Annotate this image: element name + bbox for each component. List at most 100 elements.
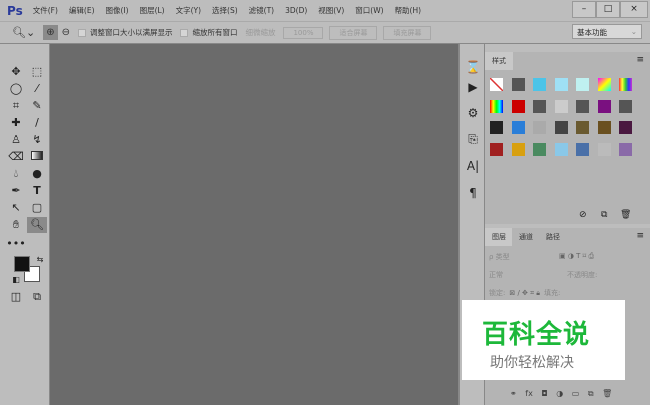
history-panel-icon[interactable]: ⌛ [463, 58, 483, 76]
zoom-in-icon[interactable]: ⊕ [43, 25, 58, 40]
default-colors-icon[interactable]: ◧ [6, 272, 26, 288]
maximize-button[interactable]: □ [596, 1, 620, 18]
style-swatch[interactable] [533, 121, 546, 134]
style-swatch[interactable] [511, 99, 525, 113]
menu-help[interactable]: 帮助(H) [395, 5, 422, 16]
style-swatch[interactable] [576, 142, 589, 156]
clear-style-icon[interactable]: ⊘ [579, 210, 587, 220]
eyedropper-icon[interactable]: ✎ [27, 98, 47, 114]
menu-3d[interactable]: 3D(D) [285, 6, 307, 15]
tab-styles[interactable]: 样式 [485, 52, 513, 70]
menu-image[interactable]: 图像(I) [106, 5, 129, 16]
style-swatch[interactable] [490, 99, 503, 113]
style-swatch[interactable] [576, 78, 589, 91]
zoom-all-checkbox[interactable]: 缩放所有窗口 [180, 27, 237, 38]
menu-window[interactable]: 窗口(W) [355, 5, 383, 16]
zoom-out-icon[interactable]: ⊖ [62, 27, 70, 38]
blur-tool-icon[interactable]: 💧︎ [6, 166, 26, 182]
style-swatch[interactable] [554, 121, 568, 134]
actions-panel-icon[interactable]: ▶ [463, 78, 483, 96]
style-swatch[interactable] [554, 142, 568, 156]
tab-paths[interactable]: 路径 [539, 228, 567, 246]
resize-windows-checkbox[interactable]: 调整窗口大小以满屏显示 [77, 27, 172, 38]
blend-mode-select[interactable]: 正常 不透明度: [489, 270, 644, 284]
crop-tool-icon[interactable]: ⌗ [6, 98, 26, 114]
style-swatch[interactable] [533, 142, 546, 156]
history-brush-icon[interactable]: ↯ [27, 132, 47, 148]
magic-wand-icon[interactable]: ⁄ [27, 81, 47, 97]
pen-tool-icon[interactable]: ✒ [6, 183, 26, 199]
healing-brush-icon[interactable]: ✚ [6, 115, 26, 131]
style-swatch[interactable] [619, 78, 632, 91]
foreground-color-swatch[interactable] [14, 256, 30, 272]
style-swatch[interactable] [490, 142, 503, 156]
style-swatch[interactable] [554, 99, 568, 113]
gradient-tool-icon[interactable] [27, 149, 47, 165]
lock-icons[interactable]: ⊠ / ✥ ⌗ 🔒︎ [509, 289, 540, 297]
menu-file[interactable]: 文件(F) [33, 5, 58, 16]
scrubby-zoom-checkbox[interactable]: 细微缩放 [245, 27, 275, 38]
close-button[interactable]: × [620, 1, 648, 18]
style-swatch[interactable] [554, 78, 568, 91]
style-swatch[interactable] [619, 142, 632, 156]
more-tools-icon[interactable]: ••• [6, 236, 26, 252]
paragraph-panel-icon[interactable]: ¶ [463, 184, 483, 202]
style-swatch[interactable] [597, 142, 611, 156]
style-swatch[interactable] [597, 78, 611, 91]
zoom-tool-icon[interactable]: 🔍︎⌄ [12, 26, 35, 39]
menu-layer[interactable]: 图层(L) [140, 5, 165, 16]
style-swatch[interactable] [490, 78, 503, 91]
layer-filter-select[interactable]: ρ 类型 ▣ ◑ T ⌑ ⎙ [489, 252, 644, 266]
quick-mask-icon[interactable]: ◫ [6, 289, 26, 305]
style-swatch[interactable] [619, 121, 632, 134]
stamp-tool-icon[interactable]: ♙ [6, 132, 26, 148]
style-swatch[interactable] [533, 99, 546, 113]
clone-source-icon[interactable]: ⎘ [463, 130, 483, 148]
menu-edit[interactable]: 编辑(E) [69, 5, 95, 16]
style-swatch[interactable] [576, 99, 589, 113]
layer-actions[interactable]: ⚭ fx ◘ ◑ ▭ ⧉ 🗑︎ [510, 389, 612, 399]
panel-menu-icon[interactable]: ≡ [636, 231, 644, 241]
style-swatch[interactable] [619, 99, 632, 113]
fill-screen-button[interactable]: 填充屏幕 [383, 25, 432, 40]
workspace-select[interactable]: 基本功能 ⌄ [572, 24, 642, 39]
shape-tool-icon[interactable]: ▢ [27, 200, 47, 216]
zoom-tool-icon[interactable]: 🔍︎ [27, 217, 47, 233]
minimize-button[interactable]: – [572, 1, 596, 18]
screen-mode-icon[interactable]: ⧉ [27, 289, 47, 305]
marquee-tool-icon[interactable]: ⬚ [27, 64, 47, 80]
brush-tool-icon[interactable]: / [27, 115, 47, 131]
tab-channels[interactable]: 通道 [512, 228, 540, 246]
canvas-area[interactable] [50, 44, 458, 405]
style-swatch[interactable] [511, 142, 525, 156]
style-swatch[interactable] [597, 121, 611, 134]
style-swatch[interactable] [533, 78, 546, 91]
menu-view[interactable]: 视图(V) [318, 5, 344, 16]
fit-screen-button[interactable]: 适合屏幕 [329, 25, 378, 40]
character-panel-icon[interactable]: A| [463, 157, 483, 175]
delete-style-icon[interactable]: 🗑︎ [620, 210, 631, 220]
style-swatch[interactable] [576, 121, 589, 134]
menu-filter[interactable]: 滤镜(T) [249, 5, 274, 16]
menu-select[interactable]: 选择(S) [212, 5, 238, 16]
style-swatch[interactable] [511, 78, 525, 91]
style-swatch[interactable] [511, 121, 525, 134]
eraser-tool-icon[interactable]: ⌫ [6, 149, 26, 165]
properties-panel-icon[interactable]: ⚙ [463, 104, 483, 122]
move-tool-icon[interactable]: ✥ [6, 64, 26, 80]
style-swatch[interactable] [597, 99, 611, 113]
path-select-icon[interactable]: ↖ [6, 200, 26, 216]
new-style-icon[interactable]: ⧉ [601, 210, 607, 220]
100-percent-button[interactable]: 100% [283, 26, 324, 39]
opacity-field[interactable]: 不透明度: [567, 270, 597, 280]
tab-layers[interactable]: 图层 [485, 228, 513, 246]
dodge-tool-icon[interactable]: ● [27, 166, 47, 182]
fill-field[interactable]: 填充: [544, 289, 560, 297]
style-swatch[interactable] [490, 121, 503, 134]
menu-type[interactable]: 文字(Y) [176, 5, 201, 16]
type-tool-icon[interactable]: T [27, 183, 47, 199]
panel-menu-icon[interactable]: ≡ [636, 55, 644, 65]
hand-tool-icon[interactable]: ✋︎ [6, 217, 26, 233]
lasso-tool-icon[interactable]: ◯ [6, 81, 26, 97]
swap-colors-icon[interactable]: ⇆ [30, 252, 50, 268]
